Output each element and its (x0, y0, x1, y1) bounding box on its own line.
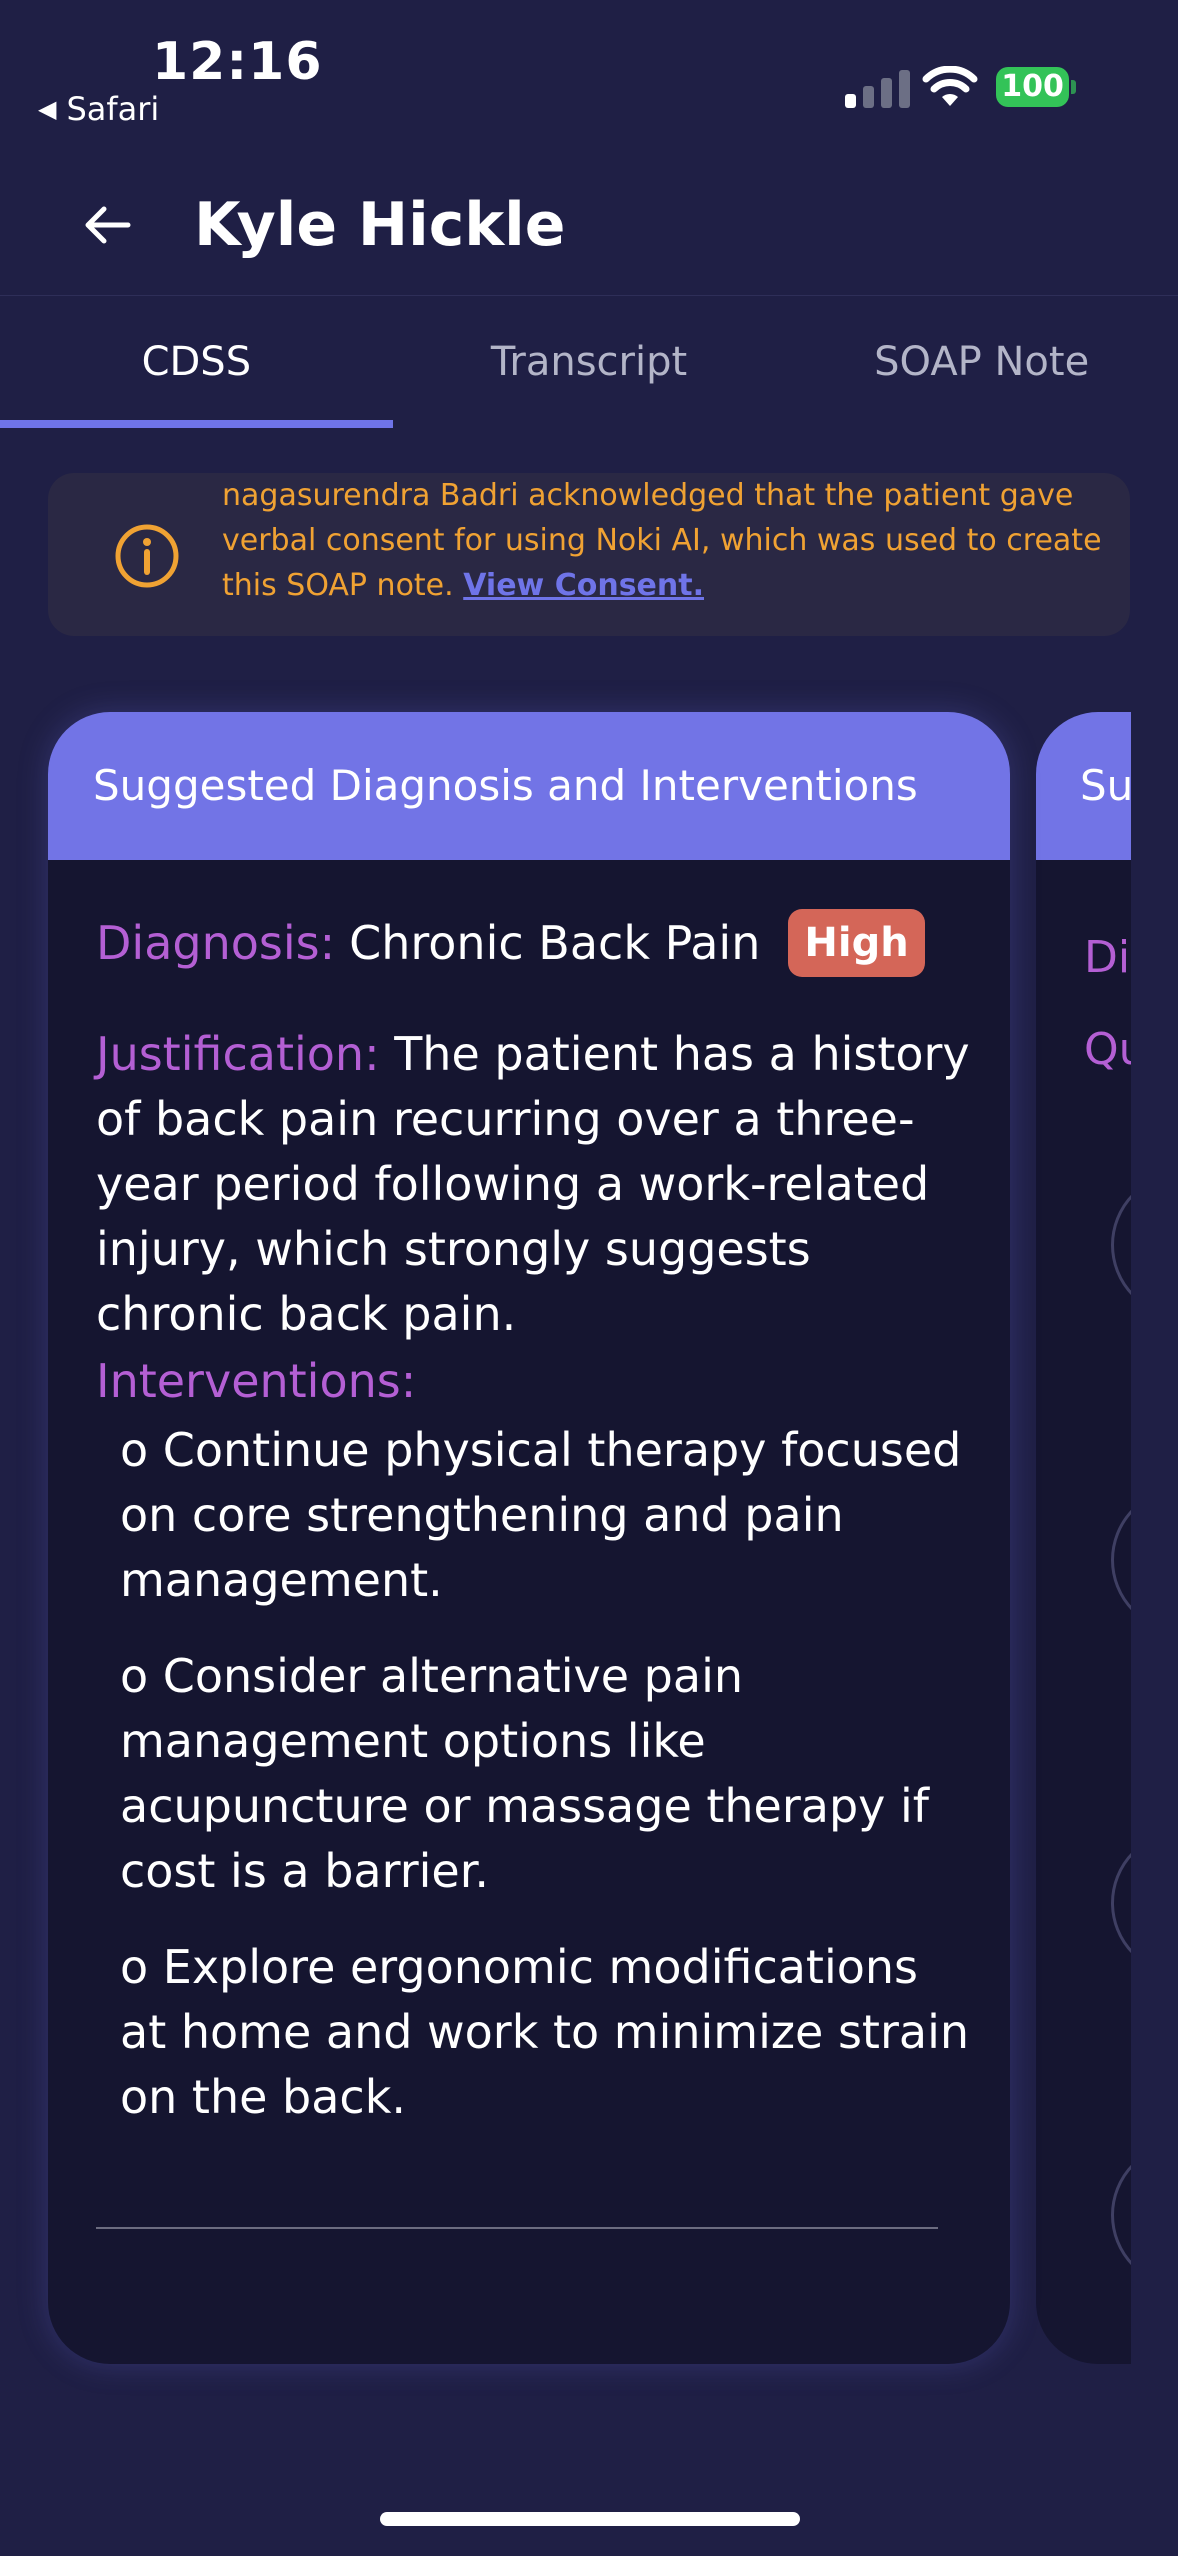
card-header-label: Suggested Diagnosis and Interventions (93, 761, 918, 810)
signal-bar (863, 86, 874, 108)
interventions-label: Interventions: (96, 1354, 417, 1408)
battery-nub (1071, 80, 1076, 94)
card-divider (96, 2227, 938, 2229)
back-to-safari-link[interactable]: ◀ Safari (38, 90, 159, 128)
consent-banner: nagasurendra Badri acknowledged that the… (48, 473, 1130, 636)
interventions-list: o Continue physical therapy focused on c… (120, 1418, 976, 2130)
intervention-item: o Explore ergonomic modifications at hom… (120, 1940, 970, 2124)
info-icon (115, 524, 179, 588)
signal-bar (881, 78, 892, 108)
diagnosis-label: Diagnosis: (96, 915, 336, 970)
diagnosis-value: Chronic Back Pain (349, 915, 761, 970)
signal-bar (899, 70, 910, 108)
intervention-item: o Continue physical therapy focused on c… (120, 1423, 962, 1607)
cellular-signal-icon (845, 68, 910, 108)
next-card-header-label: Su (1080, 761, 1134, 810)
card-header: Suggested Diagnosis and Interventions (48, 712, 1010, 860)
screen-edge (1131, 690, 1178, 2410)
battery-icon: 100 (996, 66, 1076, 108)
signal-bar (845, 94, 856, 108)
diagnosis-row: Diagnosis: Chronic Back Pain High (96, 908, 976, 978)
tab-cdss[interactable]: CDSS (0, 296, 393, 428)
severity-badge: High (788, 909, 925, 977)
diagnosis-card: Suggested Diagnosis and Interventions Di… (48, 712, 1010, 2364)
card-content: Diagnosis: Chronic Back Pain High Justif… (96, 908, 976, 2161)
home-indicator[interactable] (380, 2512, 800, 2526)
wifi-icon (922, 66, 978, 106)
status-time: 12:16 (152, 32, 323, 92)
intervention-item: o Consider alternative pain management o… (120, 1649, 929, 1898)
tab-soap-note[interactable]: SOAP Note (785, 296, 1178, 428)
battery-level: 100 (996, 67, 1070, 107)
tab-transcript[interactable]: Transcript (393, 296, 786, 428)
tab-bar: CDSS Transcript SOAP Note (0, 295, 1178, 428)
justification: Justification: The patient has a history… (96, 1022, 976, 1347)
screen: 12:16 ◀ Safari 100 Kyle Hickle CDSS Tran… (0, 0, 1178, 2556)
arrow-left-icon[interactable] (82, 200, 132, 250)
justification-label: Justification: (96, 1027, 380, 1081)
page-title: Kyle Hickle (194, 190, 566, 260)
back-app-label: Safari (66, 90, 160, 128)
consent-text: nagasurendra Badri acknowledged that the… (222, 473, 1112, 608)
back-triangle-icon: ◀ (38, 95, 57, 123)
view-consent-link[interactable]: View Consent. (463, 568, 704, 603)
